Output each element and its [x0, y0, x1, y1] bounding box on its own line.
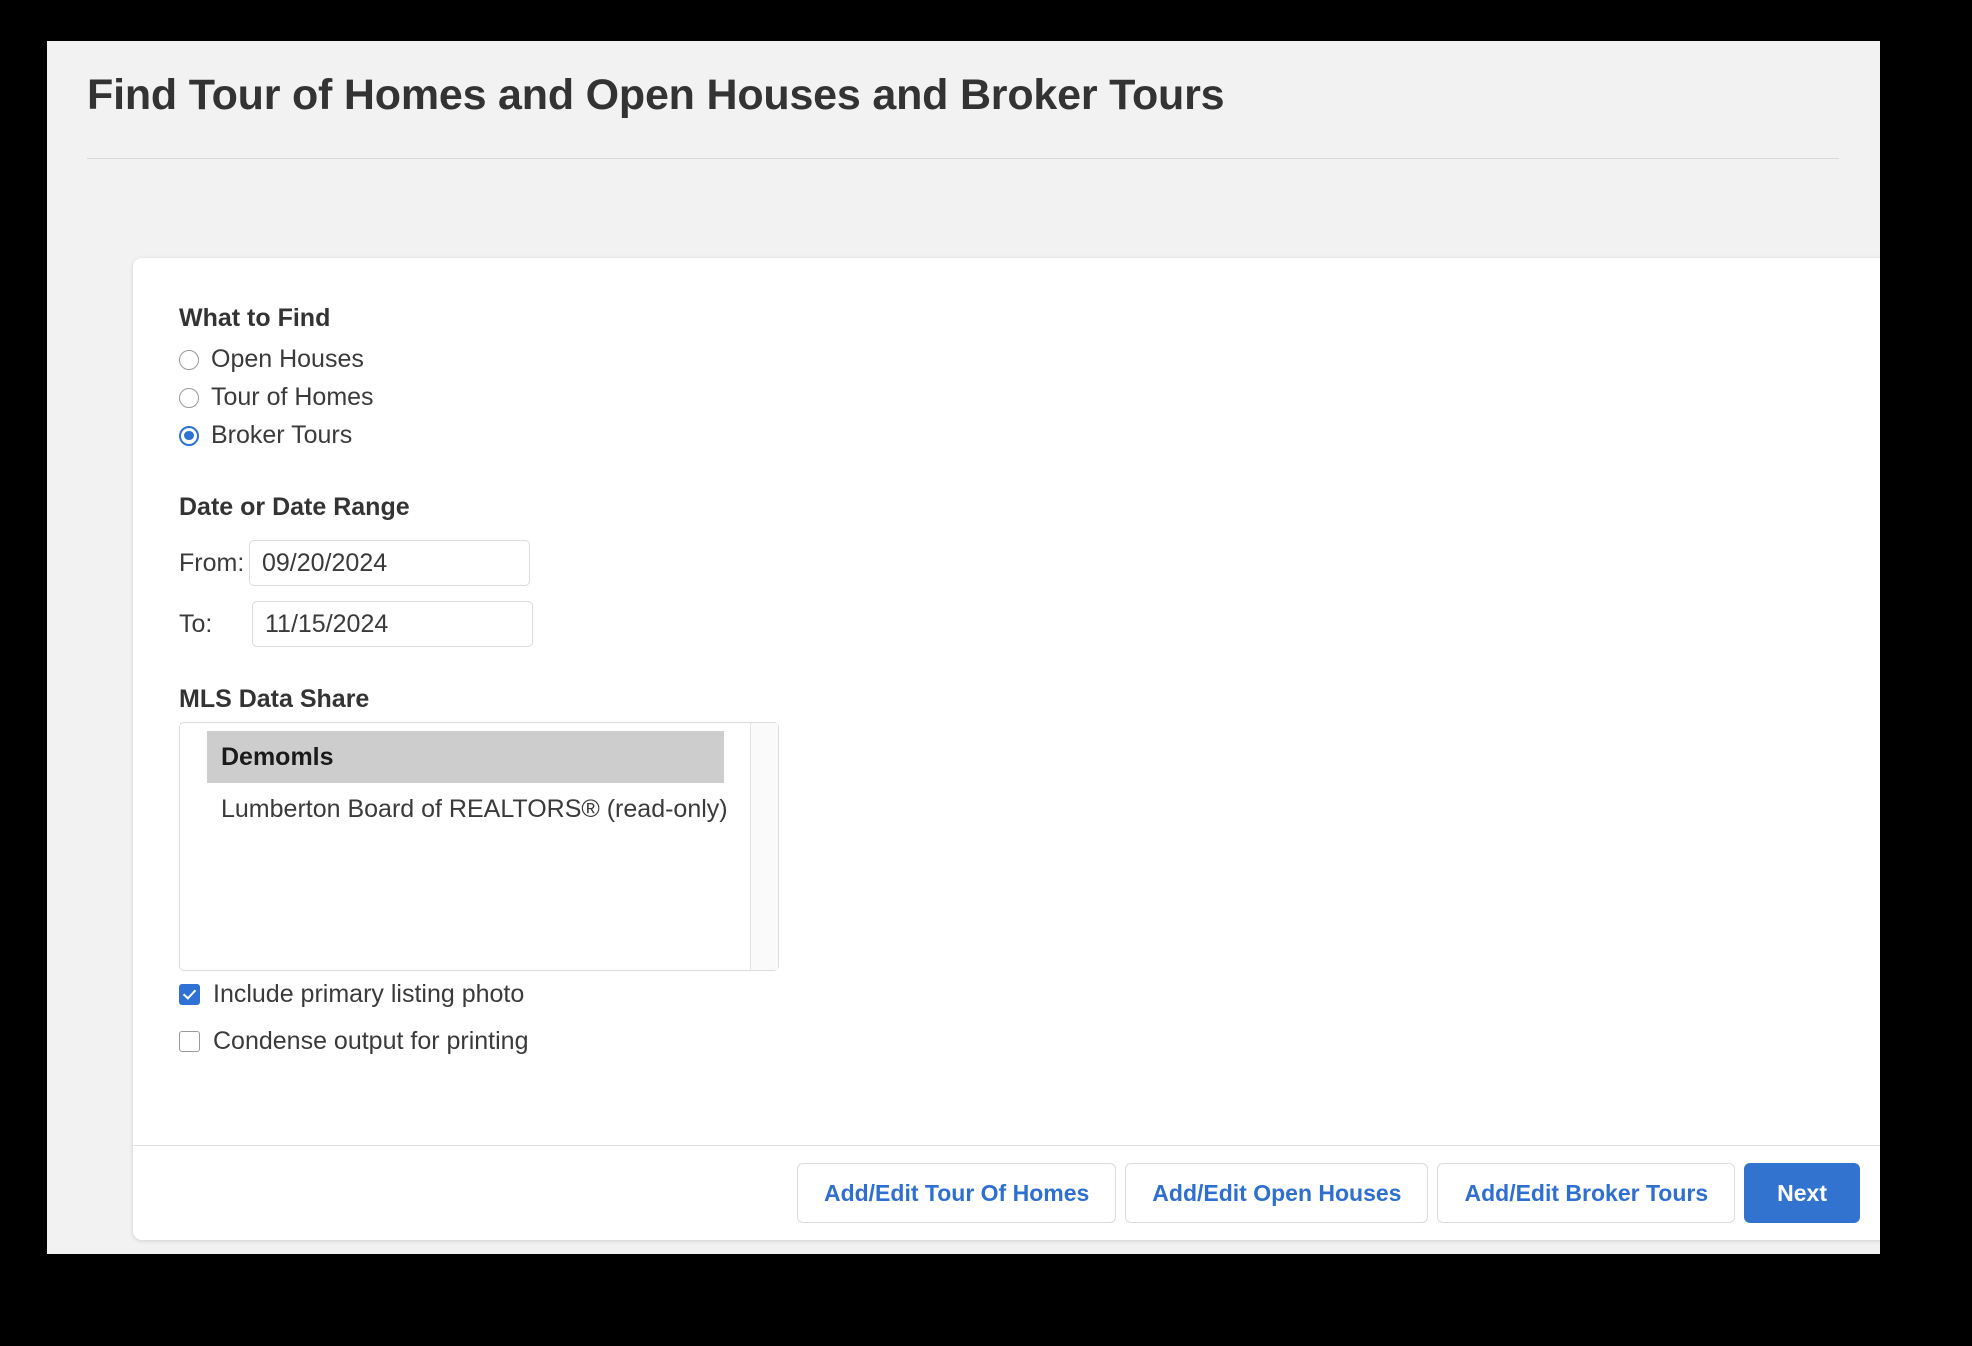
listbox-scrollbar[interactable] [750, 722, 778, 970]
mls-data-share-label: MLS Data Share [179, 685, 370, 713]
header-divider [87, 158, 1839, 160]
listbox-option-demomls[interactable]: Demomls [207, 730, 724, 783]
radio-option-tour-of-homes[interactable]: Tour of Homes [179, 379, 1844, 417]
listbox-option-lumberton[interactable]: Lumberton Board of REALTORS® (read-only) [207, 783, 728, 835]
radio-label-tour-of-homes: Tour of Homes [211, 383, 374, 411]
add-edit-tour-of-homes-button[interactable]: Add/Edit Tour Of Homes [796, 1163, 1117, 1223]
add-edit-open-houses-button[interactable]: Add/Edit Open Houses [1125, 1163, 1429, 1223]
page-title: Find Tour of Homes and Open Houses and B… [87, 71, 1225, 119]
next-button[interactable]: Next [1744, 1163, 1860, 1223]
date-from-row: From: [179, 529, 1844, 586]
card-footer: Add/Edit Tour Of Homes Add/Edit Open Hou… [133, 1145, 1880, 1240]
checkbox-label-include-photo: Include primary listing photo [213, 979, 525, 1008]
date-from-input[interactable] [249, 540, 530, 586]
radio-option-broker-tours[interactable]: Broker Tours [179, 417, 1844, 455]
date-to-label: To: [179, 610, 213, 638]
date-from-label: From: [179, 549, 245, 577]
checkbox-condense-output-for-printing[interactable]: Condense output for printing [179, 1018, 1844, 1065]
date-to-input[interactable] [252, 601, 533, 647]
radio-label-open-houses: Open Houses [211, 345, 364, 373]
radio-icon-broker-tours[interactable] [179, 425, 199, 446]
mls-data-share-options: Demomls Lumberton Board of REALTORS® (re… [180, 723, 750, 970]
date-to-row: To: [179, 590, 1844, 647]
checkbox-icon-include-photo[interactable] [179, 983, 200, 1005]
checkbox-include-primary-listing-photo[interactable]: Include primary listing photo [179, 971, 1844, 1018]
date-range-label: Date or Date Range [179, 492, 410, 521]
checkbox-icon-condense-output[interactable] [179, 1030, 200, 1052]
what-to-find-label: What to Find [179, 304, 331, 332]
mls-data-share-listbox[interactable]: Demomls Lumberton Board of REALTORS® (re… [179, 721, 779, 971]
card-body: What to Find Open Houses Tour of Homes B… [133, 258, 1880, 1145]
page-header: Find Tour of Homes and Open Houses and B… [47, 41, 1880, 160]
radio-label-broker-tours: Broker Tours [211, 421, 353, 449]
page-viewport: Find Tour of Homes and Open Houses and B… [47, 41, 1880, 1254]
radio-option-open-houses[interactable]: Open Houses [179, 341, 1844, 379]
radio-icon-open-houses[interactable] [179, 349, 199, 370]
add-edit-broker-tours-button[interactable]: Add/Edit Broker Tours [1437, 1163, 1736, 1223]
checkbox-label-condense-output: Condense output for printing [213, 1026, 529, 1055]
search-form-card: What to Find Open Houses Tour of Homes B… [133, 258, 1880, 1240]
radio-icon-tour-of-homes[interactable] [179, 387, 199, 408]
